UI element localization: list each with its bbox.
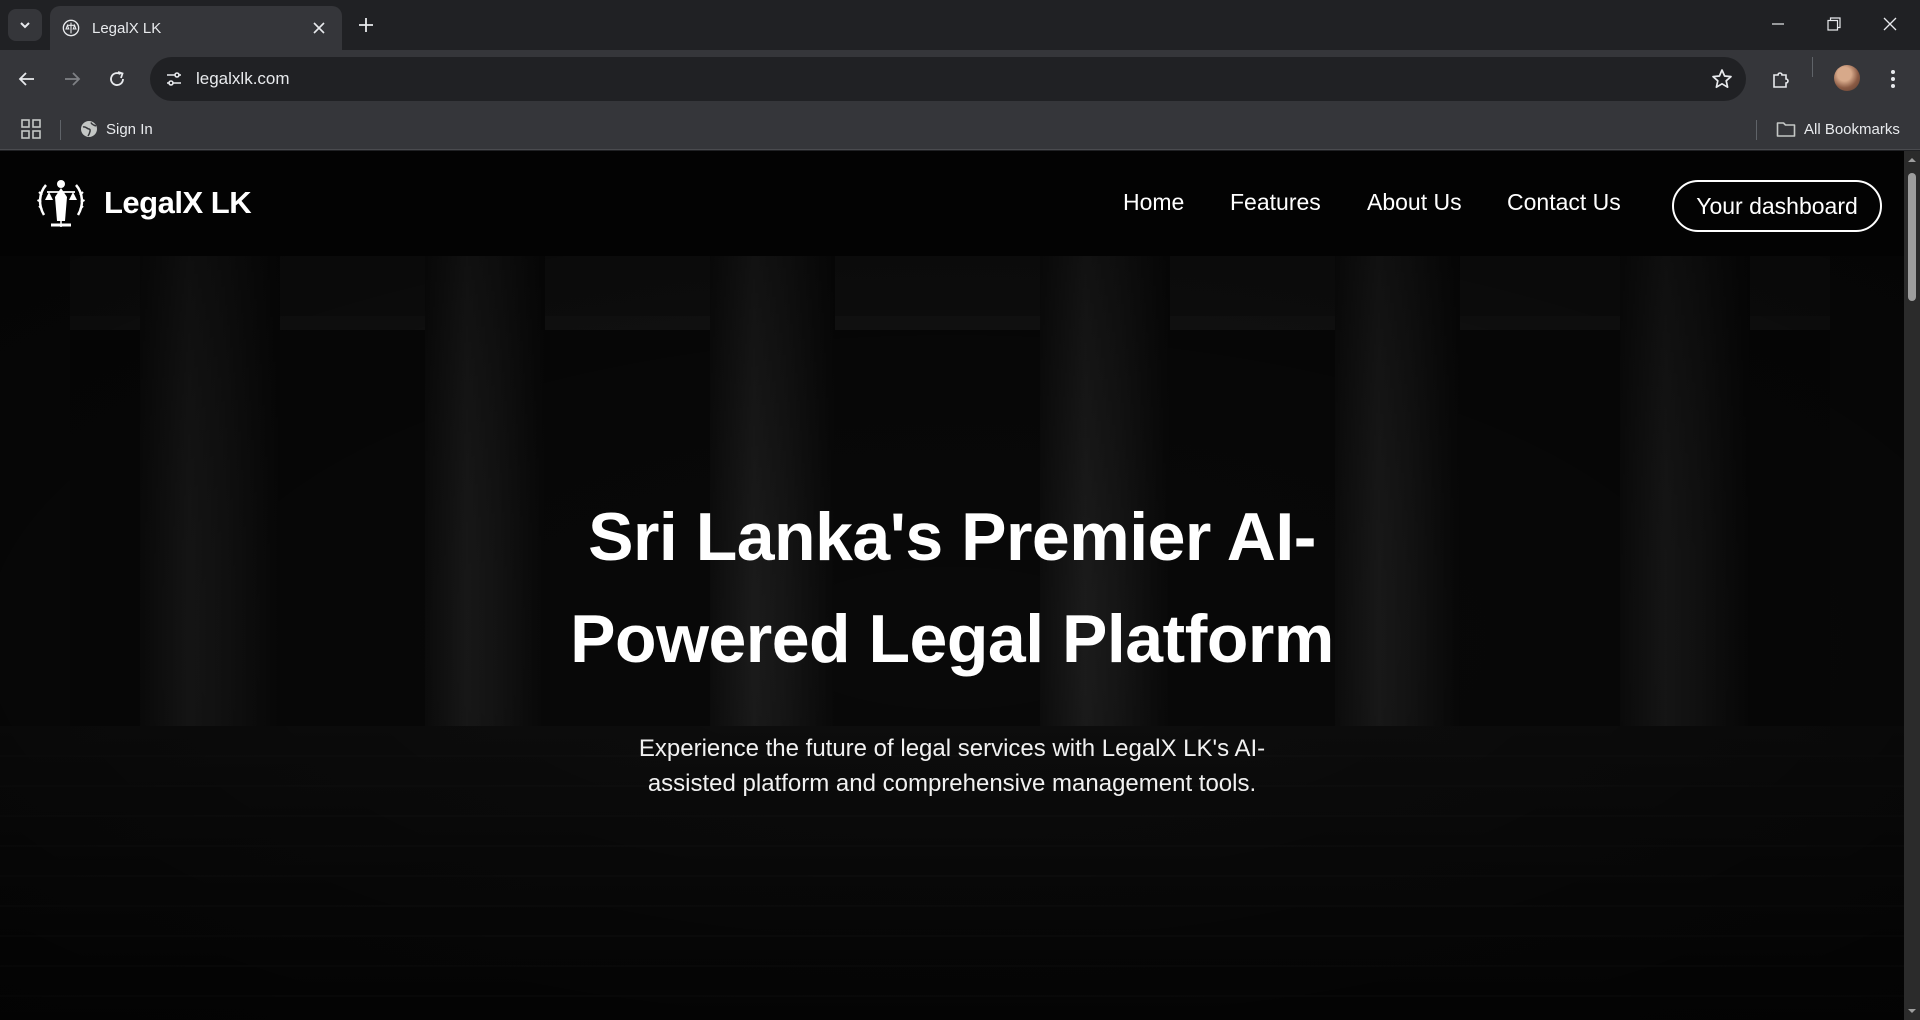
- puzzle-icon: [1773, 72, 1789, 88]
- apps-grid-icon[interactable]: [20, 118, 42, 140]
- bookmarks-divider: [1756, 120, 1757, 140]
- bookmarks-divider: [60, 120, 61, 140]
- dashboard-button[interactable]: Your dashboard: [1672, 180, 1882, 232]
- all-bookmarks-label: All Bookmarks: [1804, 120, 1900, 138]
- tab-search-button[interactable]: [8, 9, 42, 41]
- bookmark-sign-in[interactable]: Sign In: [80, 117, 153, 141]
- arrow-left-icon: [18, 72, 34, 86]
- scroll-up-icon[interactable]: [1907, 155, 1917, 165]
- extensions-button[interactable]: [1764, 62, 1798, 96]
- lady-justice-icon: [62, 19, 80, 37]
- back-button[interactable]: [10, 62, 44, 96]
- browser-menu-button[interactable]: [1876, 62, 1910, 96]
- nav-home[interactable]: Home: [1123, 189, 1184, 216]
- url-text: legalxlk.com: [196, 69, 290, 88]
- star-icon[interactable]: [1710, 67, 1734, 91]
- page-scrollbar[interactable]: [1904, 151, 1920, 1020]
- tab-strip: LegalX LK: [0, 0, 1920, 50]
- chevron-down-icon: [20, 22, 30, 29]
- scroll-down-icon[interactable]: [1907, 1006, 1917, 1016]
- nav-features[interactable]: Features: [1230, 189, 1321, 216]
- hero-title: Sri Lanka's Premier AI- Powered Legal Pl…: [452, 486, 1452, 690]
- nav-about[interactable]: About Us: [1367, 189, 1462, 216]
- new-tab-button[interactable]: [352, 11, 380, 39]
- minimize-icon: [1772, 23, 1784, 25]
- browser-tab[interactable]: LegalX LK: [50, 6, 342, 50]
- browser-toolbar: legalxlk.com: [0, 50, 1920, 108]
- folder-icon: [1776, 122, 1796, 137]
- tune-icon: [167, 72, 181, 86]
- tab-close-button[interactable]: [308, 17, 330, 39]
- tab-title: LegalX LK: [92, 19, 162, 37]
- site-info-button[interactable]: [160, 65, 188, 93]
- hero-title-line: Sri Lanka's Premier AI-: [588, 499, 1316, 575]
- globe-icon: [81, 121, 97, 137]
- arrow-right-icon: [65, 72, 81, 86]
- reload-button[interactable]: [100, 62, 134, 96]
- hero-subtitle-line: Experience the future of legal services …: [638, 735, 1266, 762]
- nav-contact[interactable]: Contact Us: [1507, 189, 1621, 216]
- forward-button[interactable]: [55, 62, 89, 96]
- close-icon: [1883, 17, 1897, 31]
- bookmarks-bar: Sign In All Bookmarks: [0, 108, 1920, 150]
- hero-subtitle: Experience the future of legal services …: [552, 731, 1352, 801]
- lady-justice-logo-icon[interactable]: [36, 175, 86, 231]
- close-icon: [313, 22, 325, 34]
- page-viewport: LegalX LK Home Features About Us Contact…: [0, 151, 1904, 1020]
- hero-section: Sri Lanka's Premier AI- Powered Legal Pl…: [0, 256, 1904, 1020]
- close-window-button[interactable]: [1862, 0, 1918, 48]
- all-bookmarks-button[interactable]: All Bookmarks: [1776, 117, 1900, 141]
- toolbar-divider: [1812, 57, 1813, 77]
- scrollbar-thumb[interactable]: [1908, 173, 1916, 301]
- profile-avatar[interactable]: [1834, 65, 1860, 91]
- brand-name[interactable]: LegalX LK: [104, 185, 252, 221]
- hero-title-line: Powered Legal Platform: [570, 601, 1334, 677]
- kebab-icon: [1891, 70, 1895, 88]
- bookmark-label: Sign In: [106, 120, 153, 138]
- restore-icon: [1827, 17, 1841, 31]
- reload-icon: [110, 71, 124, 86]
- restore-button[interactable]: [1806, 0, 1862, 48]
- minimize-button[interactable]: [1750, 0, 1806, 48]
- address-bar[interactable]: legalxlk.com: [150, 57, 1746, 101]
- site-navbar: LegalX LK Home Features About Us Contact…: [0, 151, 1904, 256]
- plus-icon: [359, 18, 373, 32]
- hero-subtitle-line: assisted platform and comprehensive mana…: [647, 770, 1257, 797]
